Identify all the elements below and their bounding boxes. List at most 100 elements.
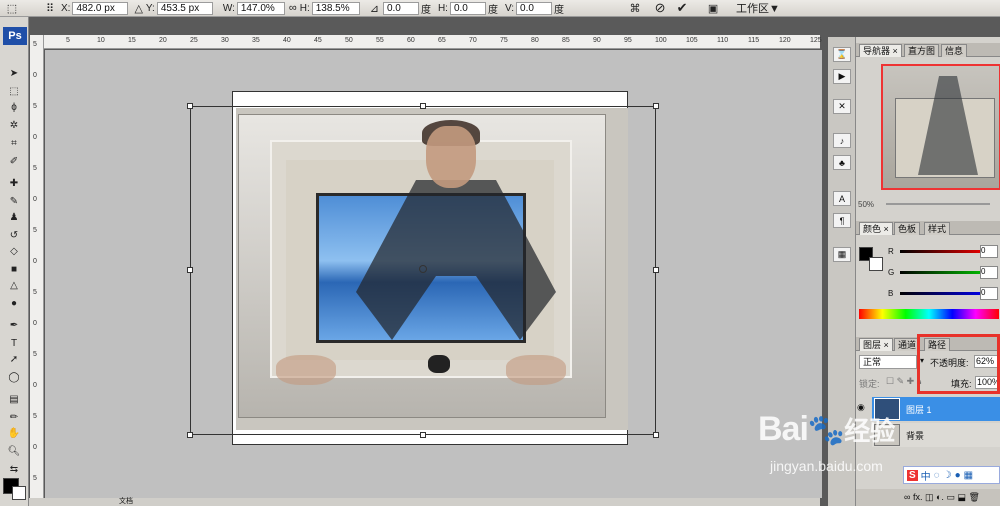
layer-style-icon[interactable]: fx.	[913, 492, 923, 502]
r-value[interactable]: 0	[980, 245, 998, 258]
adjustment-layer-icon[interactable]: ◐.	[936, 492, 944, 502]
hskew-field[interactable]: 0.0	[449, 1, 486, 15]
hand-tool-icon[interactable]: ✋	[4, 426, 24, 441]
crop-tool-icon[interactable]: ⌗	[4, 136, 24, 151]
blend-mode-select[interactable]: 正常	[859, 355, 917, 369]
transform-handle-tr[interactable]	[653, 103, 659, 109]
h-ruler-tick: 65	[438, 37, 446, 44]
navigator-zoom-slider[interactable]	[886, 203, 990, 205]
layer-2-name[interactable]: 背景	[906, 429, 924, 442]
tab-info[interactable]: 信息	[941, 44, 968, 57]
clone-source-icon[interactable]: ♣	[833, 155, 851, 170]
transform-handle-tl[interactable]	[187, 103, 193, 109]
y-field[interactable]: 453.5 px	[156, 1, 213, 15]
w-field[interactable]: 147.0%	[236, 1, 285, 15]
transform-handle-b[interactable]	[420, 432, 426, 438]
ime-mic-icon[interactable]: ●	[955, 470, 961, 481]
b-value[interactable]: 0	[980, 287, 998, 300]
new-layer-icon[interactable]: ⬓	[957, 492, 966, 502]
slice-tool-icon[interactable]: ✐	[4, 154, 24, 169]
move-tool-icon[interactable]: ➤	[4, 66, 24, 81]
zoom-tool-icon[interactable]: 🔍︎	[4, 444, 24, 459]
pen-tool-icon[interactable]: ✒	[4, 318, 24, 333]
baidu-watermark-url: jingyan.baidu.com	[770, 458, 883, 474]
r-slider[interactable]	[900, 250, 992, 253]
transform-center-point[interactable]	[419, 265, 427, 273]
shape-tool-icon[interactable]: ◯	[4, 370, 24, 385]
horizontal-ruler: 5 10 15 20 25 30 35 40 45 50 55 60 65 70 75 80 85 90 95 100…	[36, 35, 822, 49]
gradient-tool-icon[interactable]: ■	[4, 262, 24, 277]
link-icon[interactable]: ∞	[289, 2, 297, 14]
reference-point-icon[interactable]: ⠿	[42, 2, 58, 15]
notes-tool-icon[interactable]: ▤	[4, 392, 24, 407]
rotate-field[interactable]: 0.0	[382, 1, 419, 15]
tab-layers[interactable]: 图层 ×	[859, 338, 893, 351]
history-brush-icon[interactable]: ↺	[4, 228, 24, 243]
tab-swatches[interactable]: 色板	[894, 222, 921, 235]
transform-handle-br[interactable]	[653, 432, 659, 438]
clone-stamp-icon[interactable]: ♟	[4, 210, 24, 225]
tab-styles[interactable]: 样式	[924, 222, 951, 235]
h-field[interactable]: 138.5%	[311, 1, 360, 15]
swap-colors-icon[interactable]: ⇆	[4, 462, 24, 477]
bridge-icon[interactable]: ▣	[704, 2, 722, 15]
r-label: R	[888, 247, 894, 256]
tool-presets-icon[interactable]: ✕	[833, 99, 851, 114]
h-ruler-tick: 85	[562, 37, 570, 44]
new-group-icon[interactable]: ▭	[946, 492, 955, 502]
healing-brush-icon[interactable]: ✚	[4, 176, 24, 191]
x-field[interactable]: 482.0 px	[72, 1, 129, 15]
transform-handle-t[interactable]	[420, 103, 426, 109]
marquee-tool-icon[interactable]: ⬚	[4, 84, 24, 99]
ime-punct-icon[interactable]: ◌	[934, 470, 940, 481]
h-ruler-tick: 115	[748, 37, 760, 44]
character-panel-icon[interactable]: A	[833, 191, 851, 206]
h-ruler-tick: 75	[500, 37, 508, 44]
doc-size-label: 文档	[119, 498, 133, 505]
lasso-tool-icon[interactable]: ϕ	[4, 100, 24, 115]
delete-layer-icon[interactable]: 🗑︎	[969, 492, 980, 502]
ime-moon-icon[interactable]: ☽	[943, 470, 952, 481]
transform-handle-bl[interactable]	[187, 432, 193, 438]
layer-comps-icon[interactable]: ▦	[833, 247, 851, 262]
color-spectrum-ramp[interactable]	[859, 309, 999, 319]
dodge-tool-icon[interactable]: ●	[4, 296, 24, 311]
tab-color[interactable]: 颜色 ×	[859, 222, 893, 235]
background-color-swatch[interactable]	[12, 486, 26, 500]
navigator-zoom[interactable]: 50%	[858, 200, 874, 209]
brush-tool-icon[interactable]: ✎	[4, 194, 24, 209]
navigator-thumbnail[interactable]	[881, 64, 1000, 190]
ime-keyboard-icon[interactable]: ▦	[964, 470, 973, 481]
blur-tool-icon[interactable]: △	[4, 278, 24, 293]
layer-1-name[interactable]: 图层 1	[906, 403, 932, 416]
ime-mode-icon[interactable]: 中	[921, 468, 931, 483]
brushes-panel-icon[interactable]: ♪	[833, 133, 851, 148]
history-panel-icon[interactable]: ⌛	[833, 47, 851, 62]
workspace-menu[interactable]: 工作区▼	[736, 0, 780, 16]
b-slider[interactable]	[900, 292, 992, 295]
tab-histogram[interactable]: 直方图	[904, 44, 940, 57]
h-ruler-tick: 80	[531, 37, 539, 44]
link-layers-icon[interactable]: ∞	[904, 492, 910, 502]
cancel-transform-icon[interactable]: ⊘	[652, 0, 668, 16]
g-value[interactable]: 0	[980, 266, 998, 279]
magic-wand-tool-icon[interactable]: ✲	[4, 118, 24, 133]
color-background[interactable]	[869, 257, 883, 271]
ime-toolbar[interactable]: S 中 ◌ ☽ ● ▦	[903, 466, 1000, 484]
path-select-icon[interactable]: ➚	[4, 352, 24, 367]
paragraph-panel-icon[interactable]: ¶	[833, 213, 851, 228]
type-tool-icon[interactable]: T	[4, 336, 24, 351]
transform-move-icon[interactable]: ⬚	[0, 2, 24, 15]
g-slider[interactable]	[900, 271, 992, 274]
commit-transform-icon[interactable]: ✔	[674, 0, 690, 16]
transform-handle-r[interactable]	[653, 267, 659, 273]
vskew-label: V:	[504, 2, 515, 14]
warp-icon[interactable]: ⌘	[626, 2, 644, 15]
transform-handle-l[interactable]	[187, 267, 193, 273]
eyedropper-tool-icon[interactable]: ✏	[4, 410, 24, 425]
eraser-tool-icon[interactable]: ◇	[4, 244, 24, 259]
vskew-field[interactable]: 0.0	[516, 1, 553, 15]
actions-panel-icon[interactable]: ▶	[833, 69, 851, 84]
layer-mask-icon[interactable]: ◫	[925, 492, 934, 502]
tab-navigator[interactable]: 导航器 ×	[859, 44, 902, 57]
